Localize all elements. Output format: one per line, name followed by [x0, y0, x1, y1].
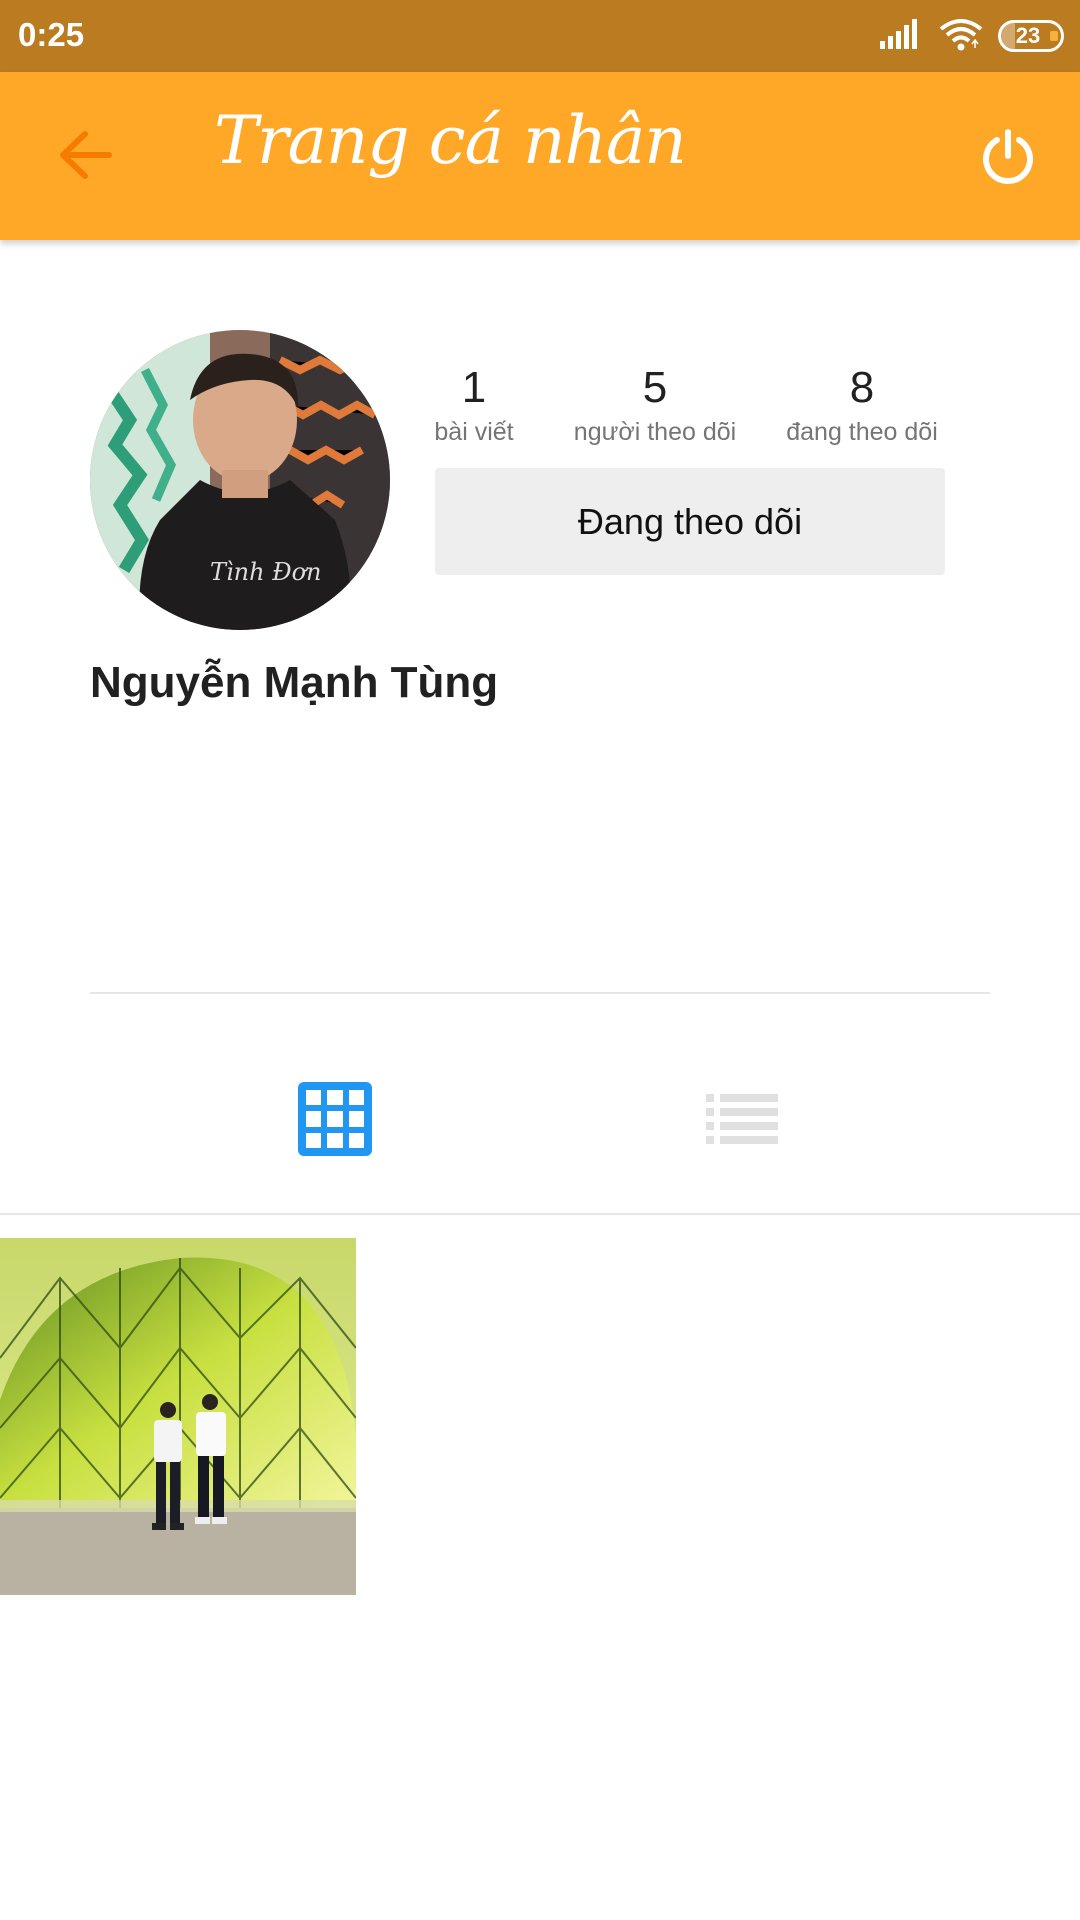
status-icons: 23	[880, 18, 1064, 54]
stat-followers-value: 5	[642, 363, 668, 412]
tab-grid-view[interactable]	[296, 1080, 374, 1158]
tab-list-view[interactable]	[706, 1090, 780, 1146]
stat-following[interactable]: 8 đang theo dõi	[772, 360, 952, 448]
divider	[90, 992, 990, 994]
back-button[interactable]	[50, 122, 120, 192]
stat-followers[interactable]: 5 người theo dõi	[560, 360, 750, 448]
power-icon	[978, 128, 1038, 193]
list-view-icon	[706, 1094, 780, 1150]
stat-posts[interactable]: 1 bài viết	[424, 360, 524, 448]
battery-percentage: 23	[1015, 23, 1041, 48]
profile-name: Nguyễn Mạnh Tùng	[90, 658, 499, 707]
stat-following-value: 8	[849, 363, 875, 412]
svg-text:Tình Đơn: Tình Đơn	[210, 558, 322, 586]
arrow-back-icon	[57, 130, 113, 185]
page-title: Trang cá nhân	[214, 102, 687, 179]
tabs-divider	[0, 1213, 1080, 1215]
profile-stats: 1 bài viết 5 người theo dõi 8 đang theo …	[430, 360, 960, 460]
app-bar: Trang cá nhân	[0, 72, 1080, 240]
wifi-icon	[938, 17, 984, 56]
avatar[interactable]: Tình Đơn	[90, 330, 390, 630]
stat-followers-label: người theo dõi	[573, 418, 737, 446]
stat-following-label: đang theo dõi	[786, 418, 938, 446]
signal-icon	[880, 18, 924, 54]
post-thumbnail[interactable]	[0, 1238, 356, 1595]
following-button[interactable]: Đang theo dõi	[435, 468, 945, 575]
logout-button[interactable]	[972, 124, 1044, 196]
status-bar: 0:25 23	[0, 0, 1080, 72]
stat-posts-value: 1	[461, 363, 487, 412]
stat-posts-label: bài viết	[434, 418, 514, 446]
grid-view-icon	[296, 1082, 374, 1162]
status-time: 0:25	[18, 16, 85, 53]
battery-indicator: 23	[998, 20, 1064, 52]
